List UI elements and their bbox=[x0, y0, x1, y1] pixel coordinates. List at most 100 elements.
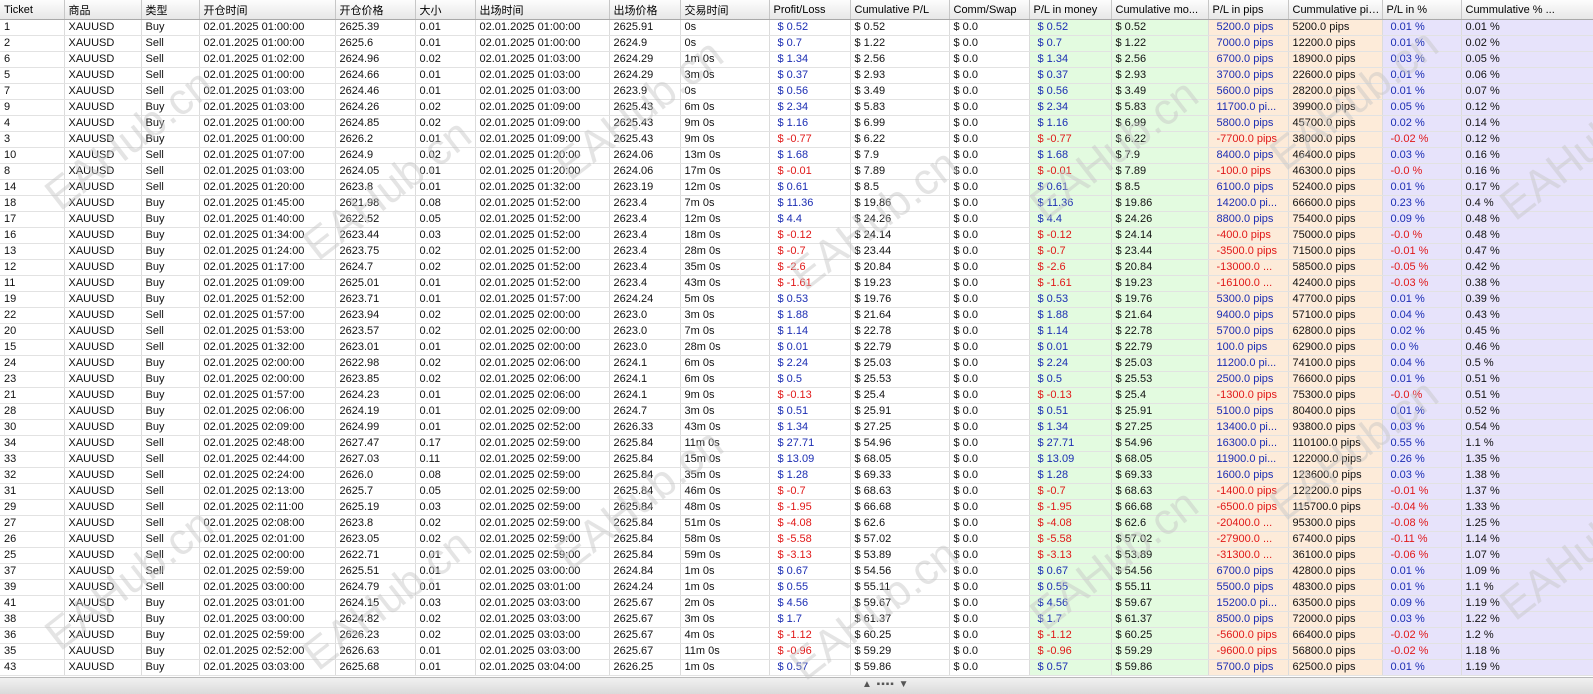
table-row[interactable]: 30 XAUUSD Buy 02.01.2025 02:09:00 2624.99 0.0… bbox=[0, 419, 1593, 436]
cell-pl: $ 1.88 bbox=[769, 307, 851, 324]
table-row[interactable]: 21 XAUUSD Buy 02.01.2025 01:57:00 2624.23 0.0… bbox=[0, 387, 1593, 404]
table-row[interactable]: 19 XAUUSD Buy 02.01.2025 01:52:00 2623.71 0.0… bbox=[0, 291, 1593, 308]
column-header-pl-pct[interactable]: P/L in % bbox=[1382, 0, 1462, 20]
cell-open-time: 02.01.2025 02:08:00 bbox=[199, 515, 336, 532]
table-row[interactable]: 27 XAUUSD Sell 02.01.2025 02:08:00 2623.8 0.0… bbox=[0, 515, 1593, 532]
column-header-symbol[interactable]: 商品 bbox=[64, 0, 142, 20]
table-row[interactable]: 7 XAUUSD Sell 02.01.2025 01:03:00 2624.46 0.0… bbox=[0, 83, 1593, 100]
table-row[interactable]: 20 XAUUSD Sell 02.01.2025 01:53:00 2623.57 0.… bbox=[0, 323, 1593, 340]
table-row[interactable]: 4 XAUUSD Buy 02.01.2025 01:00:00 2624.85 0.02… bbox=[0, 115, 1593, 132]
cell-duration: 1m 0s bbox=[680, 51, 770, 68]
table-row[interactable]: 6 XAUUSD Sell 02.01.2025 01:02:00 2624.96 0.0… bbox=[0, 51, 1593, 68]
table-row[interactable]: 5 XAUUSD Sell 02.01.2025 01:00:00 2624.66 0.0… bbox=[0, 67, 1593, 84]
table-row[interactable]: 24 XAUUSD Buy 02.01.2025 02:00:00 2622.98 0.0… bbox=[0, 355, 1593, 372]
cell-open-time: 02.01.2025 03:00:00 bbox=[199, 579, 336, 596]
table-row[interactable]: 43 XAUUSD Buy 02.01.2025 03:03:00 2625.68 0.0… bbox=[0, 659, 1593, 676]
table-row[interactable]: 26 XAUUSD Sell 02.01.2025 02:01:00 2623.05 0.… bbox=[0, 531, 1593, 548]
cell-comm: $ 0.0 bbox=[949, 659, 1030, 676]
column-header-comm[interactable]: Comm/Swap bbox=[949, 0, 1030, 20]
table-row[interactable]: 28 XAUUSD Buy 02.01.2025 02:06:00 2624.19 0.0… bbox=[0, 403, 1593, 420]
table-row[interactable]: 1 XAUUSD Buy 02.01.2025 01:00:00 2625.39 0.01… bbox=[0, 19, 1593, 36]
table-row[interactable]: 12 XAUUSD Buy 02.01.2025 01:17:00 2624.7 0.02… bbox=[0, 259, 1593, 276]
cell-pl: $ 0.57 bbox=[769, 659, 851, 676]
table-row[interactable]: 32 XAUUSD Sell 02.01.2025 02:24:00 2626.0 0.0… bbox=[0, 467, 1593, 484]
cell-pl-pct: 0.03 % bbox=[1382, 147, 1462, 164]
cell-close-price: 2623.4 bbox=[609, 243, 681, 260]
table-row[interactable]: 15 XAUUSD Sell 02.01.2025 01:32:00 2623.01 0.… bbox=[0, 339, 1593, 356]
resize-grip-icon[interactable]: ▲ ▪▪▪▪ ▼ bbox=[862, 679, 910, 690]
cell-close-price: 2624.24 bbox=[609, 291, 681, 308]
cell-open-price: 2625.01 bbox=[335, 275, 416, 292]
cell-close-price: 2626.25 bbox=[609, 659, 681, 676]
table-row[interactable]: 41 XAUUSD Buy 02.01.2025 03:01:00 2624.15 0.0… bbox=[0, 595, 1593, 612]
cell-open-price: 2626.63 bbox=[335, 643, 416, 660]
column-header-ticket[interactable]: Ticket bbox=[0, 0, 65, 20]
table-row[interactable]: 16 XAUUSD Buy 02.01.2025 01:34:00 2623.44 0.0… bbox=[0, 227, 1593, 244]
cell-symbol: XAUUSD bbox=[64, 387, 142, 404]
column-header-size[interactable]: 大小 bbox=[415, 0, 476, 20]
table-row[interactable]: 3 XAUUSD Buy 02.01.2025 01:00:00 2626.2 0.01 0… bbox=[0, 131, 1593, 148]
cell-close-price: 2623.4 bbox=[609, 259, 681, 276]
column-header-pl-pips[interactable]: P/L in pips bbox=[1208, 0, 1289, 20]
cell-cum-pl: $ 66.68 bbox=[850, 499, 950, 516]
column-header-cum-pips[interactable]: Cummulative pip... bbox=[1288, 0, 1383, 20]
cell-cum-money: $ 25.03 bbox=[1111, 355, 1209, 372]
column-header-type[interactable]: 类型 bbox=[141, 0, 200, 20]
cell-size: 0.02 bbox=[415, 627, 476, 644]
cell-ticket: 26 bbox=[0, 531, 65, 548]
column-header-cum-pl[interactable]: Cumulative P/L bbox=[850, 0, 950, 20]
cell-cum-pips: 62800.0 pips bbox=[1288, 323, 1383, 340]
cell-symbol: XAUUSD bbox=[64, 563, 142, 580]
table-row[interactable]: 33 XAUUSD Sell 02.01.2025 02:44:00 2627.03 0.… bbox=[0, 451, 1593, 468]
column-header-pl[interactable]: Profit/Loss bbox=[769, 0, 851, 20]
cell-ticket: 3 bbox=[0, 131, 65, 148]
table-row[interactable]: 9 XAUUSD Buy 02.01.2025 01:03:00 2624.26 0.02… bbox=[0, 99, 1593, 116]
column-header-cum-pct[interactable]: Cummulative % ... bbox=[1461, 0, 1593, 20]
column-header-duration[interactable]: 交易时间 bbox=[680, 0, 770, 20]
table-row[interactable]: 18 XAUUSD Buy 02.01.2025 01:45:00 2621.98 0.0… bbox=[0, 195, 1593, 212]
column-header-open-time[interactable]: 开仓时间 bbox=[199, 0, 336, 20]
cell-comm: $ 0.0 bbox=[949, 195, 1030, 212]
table-row[interactable]: 23 XAUUSD Buy 02.01.2025 02:00:00 2623.85 0.0… bbox=[0, 371, 1593, 388]
cell-open-price: 2623.57 bbox=[335, 323, 416, 340]
cell-comm: $ 0.0 bbox=[949, 611, 1030, 628]
table-row[interactable]: 13 XAUUSD Buy 02.01.2025 01:24:00 2623.75 0.0… bbox=[0, 243, 1593, 260]
table-row[interactable]: 2 XAUUSD Sell 02.01.2025 01:00:00 2625.6 0.01… bbox=[0, 35, 1593, 52]
table-row[interactable]: 34 XAUUSD Sell 02.01.2025 02:48:00 2627.47 0.… bbox=[0, 435, 1593, 452]
table-row[interactable]: 17 XAUUSD Buy 02.01.2025 01:40:00 2622.52 0.0… bbox=[0, 211, 1593, 228]
table-row[interactable]: 14 XAUUSD Sell 02.01.2025 01:20:00 2623.8 0.0… bbox=[0, 179, 1593, 196]
cell-type: Buy bbox=[141, 387, 200, 404]
column-header-open-price[interactable]: 开仓价格 bbox=[335, 0, 416, 20]
column-header-pl-money[interactable]: P/L in money bbox=[1029, 0, 1112, 20]
table-row[interactable]: 25 XAUUSD Sell 02.01.2025 02:00:00 2622.71 0.… bbox=[0, 547, 1593, 564]
cell-pl-pct: 0.01 % bbox=[1382, 403, 1462, 420]
table-row[interactable]: 31 XAUUSD Sell 02.01.2025 02:13:00 2625.7 0.0… bbox=[0, 483, 1593, 500]
cell-type: Buy bbox=[141, 211, 200, 228]
table-row[interactable]: 22 XAUUSD Sell 02.01.2025 01:57:00 2623.94 0.… bbox=[0, 307, 1593, 324]
column-header-close-price[interactable]: 出场价格 bbox=[609, 0, 681, 20]
cell-comm: $ 0.0 bbox=[949, 419, 1030, 436]
table-row[interactable]: 8 XAUUSD Sell 02.01.2025 01:03:00 2624.05 0.0… bbox=[0, 163, 1593, 180]
cell-open-price: 2624.82 bbox=[335, 611, 416, 628]
cell-open-price: 2623.01 bbox=[335, 339, 416, 356]
cell-cum-pips: 66600.0 pips bbox=[1288, 195, 1383, 212]
table-row[interactable]: 10 XAUUSD Sell 02.01.2025 01:07:00 2624.9 0.0… bbox=[0, 147, 1593, 164]
cell-cum-money: $ 19.23 bbox=[1111, 275, 1209, 292]
table-row[interactable]: 35 XAUUSD Buy 02.01.2025 02:52:00 2626.63 0.0… bbox=[0, 643, 1593, 660]
cell-pl-money: $ 1.28 bbox=[1029, 467, 1112, 484]
cell-close-price: 2623.4 bbox=[609, 275, 681, 292]
column-header-cum-money[interactable]: Cumulative mo... bbox=[1111, 0, 1209, 20]
table-row[interactable]: 36 XAUUSD Buy 02.01.2025 02:59:00 2626.23 0.0… bbox=[0, 627, 1593, 644]
table-row[interactable]: 37 XAUUSD Sell 02.01.2025 02:59:00 2625.51 0.… bbox=[0, 563, 1593, 580]
cell-open-time: 02.01.2025 02:00:00 bbox=[199, 371, 336, 388]
cell-ticket: 36 bbox=[0, 627, 65, 644]
cell-cum-pl: $ 68.05 bbox=[850, 451, 950, 468]
table-row[interactable]: 38 XAUUSD Buy 02.01.2025 03:00:00 2624.82 0.0… bbox=[0, 611, 1593, 628]
table-row[interactable]: 39 XAUUSD Sell 02.01.2025 03:00:00 2624.79 0.… bbox=[0, 579, 1593, 596]
cell-cum-pl: $ 59.67 bbox=[850, 595, 950, 612]
column-header-close-time[interactable]: 出场时间 bbox=[475, 0, 610, 20]
table-row[interactable]: 29 XAUUSD Sell 02.01.2025 02:11:00 2625.19 0.… bbox=[0, 499, 1593, 516]
cell-cum-pct: 1.22 % bbox=[1461, 611, 1593, 628]
table-row[interactable]: 11 XAUUSD Buy 02.01.2025 01:09:00 2625.01 0.0… bbox=[0, 275, 1593, 292]
cell-cum-pips: 71500.0 pips bbox=[1288, 243, 1383, 260]
